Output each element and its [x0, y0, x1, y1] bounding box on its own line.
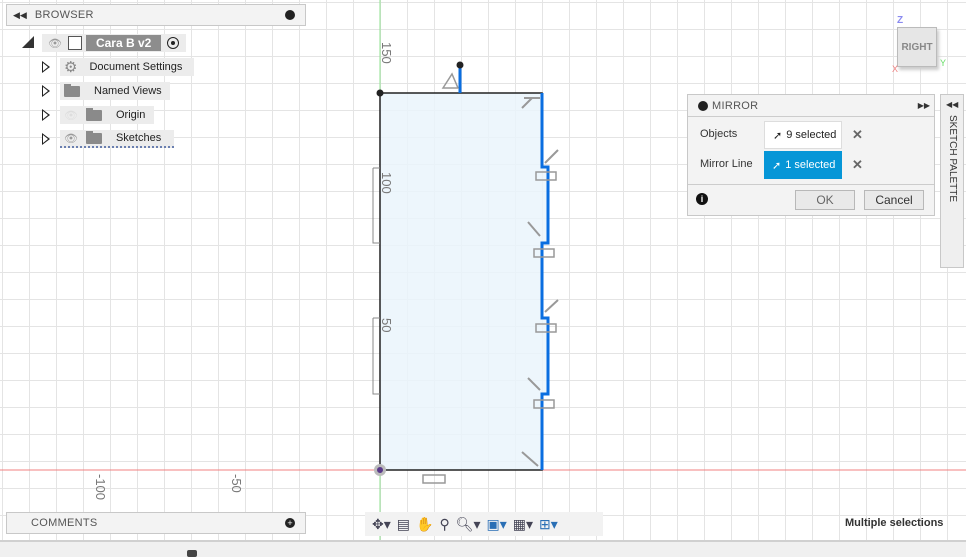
fit-icon[interactable]: 🔍︎▾ — [456, 516, 481, 533]
browser-header[interactable]: ◀◀ BROWSER — [6, 4, 306, 26]
component-icon — [67, 36, 82, 50]
display-settings-icon[interactable]: ▣▾ — [487, 516, 507, 533]
sketch-palette-title: SKETCH PALETTE — [947, 115, 958, 203]
comments-title: COMMENTS — [31, 517, 98, 529]
mirror-line-value: 1 selected — [785, 159, 836, 171]
look-at-icon[interactable]: ▤ — [397, 516, 410, 533]
objects-label: Objects — [700, 128, 738, 140]
collapse-icon[interactable]: ◀◀ — [946, 100, 958, 109]
mirror-title: MIRROR — [712, 99, 759, 112]
objects-selector[interactable]: ➚ 9 selected — [764, 121, 842, 149]
ruler-label-neg100: -100 — [93, 474, 108, 501]
expand-icon[interactable]: ▶▶ — [918, 101, 930, 110]
status-text: Multiple selections — [845, 517, 944, 529]
tree-item-document-settings[interactable]: ⚙ Document Settings — [60, 58, 194, 76]
folder-icon — [64, 83, 80, 97]
clear-mirror-line-button[interactable]: ✕ — [852, 157, 863, 173]
activate-icon[interactable] — [167, 37, 180, 49]
minimize-icon[interactable] — [285, 10, 295, 20]
folder-icon — [85, 107, 102, 121]
eye-hidden-icon[interactable]: 👁 — [64, 109, 78, 122]
sketch-geometry[interactable] — [0, 0, 966, 540]
navigation-toolbar: ✥▾ ▤ ✋ ⚲ 🔍︎▾ ▣▾ ▦▾ ⊞▾ — [365, 512, 603, 536]
root-label: Cara B v2 — [85, 35, 162, 51]
ruler-label-neg50: -50 — [229, 474, 244, 493]
expand-origin[interactable] — [42, 109, 50, 121]
browser-title: BROWSER — [34, 9, 94, 21]
timeline-bar[interactable] — [0, 540, 966, 557]
sketch-profile — [379, 92, 549, 471]
zoom-icon[interactable]: ⚲ — [439, 516, 449, 533]
timeline-marker[interactable] — [187, 550, 197, 557]
sketch-palette-tab[interactable]: ◀◀ SKETCH PALETTE — [940, 94, 964, 268]
tree-item-origin[interactable]: 👁 Origin — [60, 106, 154, 124]
clear-objects-button[interactable]: ✕ — [852, 127, 863, 143]
mirror-line-selector[interactable]: ➚ 1 selected — [764, 151, 842, 179]
comments-bar[interactable]: COMMENTS + — [6, 512, 306, 534]
cursor-icon: ➚ — [773, 129, 783, 142]
mirror-line-label: Mirror Line — [700, 158, 753, 170]
tree-item-label: Named Views — [94, 85, 162, 97]
minimize-icon[interactable] — [698, 100, 708, 111]
mirror-dialog: MIRROR ▶▶ Objects ➚ 9 selected ✕ Mirror L… — [687, 94, 935, 216]
view-cube[interactable]: RIGHT — [897, 27, 937, 67]
tree-item-named-views[interactable]: Named Views — [60, 82, 170, 100]
ok-button[interactable]: OK — [795, 190, 855, 210]
ruler-label-150: 150 — [379, 42, 394, 64]
ruler-label-100: 100 — [379, 172, 394, 194]
tree-root[interactable]: 👁 Cara B v2 — [42, 34, 186, 52]
eye-icon[interactable]: 👁 — [64, 132, 78, 145]
axis-y-label: Y — [940, 58, 947, 68]
tree-item-label: Document Settings — [89, 61, 183, 73]
expand-named-views[interactable] — [42, 85, 50, 97]
grid-icon[interactable]: ▦▾ — [513, 516, 533, 533]
viewports-icon[interactable]: ⊞▾ — [539, 516, 558, 533]
eye-icon[interactable]: 👁 — [48, 37, 62, 50]
axis-x-label: X — [892, 64, 899, 74]
axis-z-label: Z — [897, 15, 904, 26]
tree-root-expand[interactable] — [22, 36, 34, 48]
collapse-icon[interactable]: ◀◀ — [13, 10, 27, 21]
objects-value: 9 selected — [786, 129, 837, 141]
tree-item-sketches[interactable]: 👁 Sketches — [60, 130, 174, 148]
orbit-icon[interactable]: ✥▾ — [372, 516, 391, 533]
ruler-label-50: 50 — [379, 318, 394, 333]
mirror-header[interactable]: MIRROR ▶▶ — [688, 95, 934, 117]
folder-icon — [85, 130, 102, 144]
cursor-icon: ➚ — [772, 159, 782, 172]
pan-icon[interactable]: ✋ — [416, 516, 433, 533]
expand-sketches[interactable] — [42, 133, 50, 145]
expand-document-settings[interactable] — [42, 61, 50, 73]
tree-item-label: Origin — [115, 109, 146, 121]
view-cube-face[interactable]: RIGHT — [901, 42, 932, 53]
tree-item-label: Sketches — [115, 132, 162, 144]
selected-lines — [540, 93, 550, 470]
info-icon[interactable]: i — [696, 193, 708, 205]
sketch-canvas[interactable]: 150 100 50 -100 -50 — [0, 0, 966, 540]
cancel-button[interactable]: Cancel — [864, 190, 924, 210]
add-comment-icon[interactable]: + — [285, 518, 295, 528]
gear-icon: ⚙ — [64, 59, 78, 76]
